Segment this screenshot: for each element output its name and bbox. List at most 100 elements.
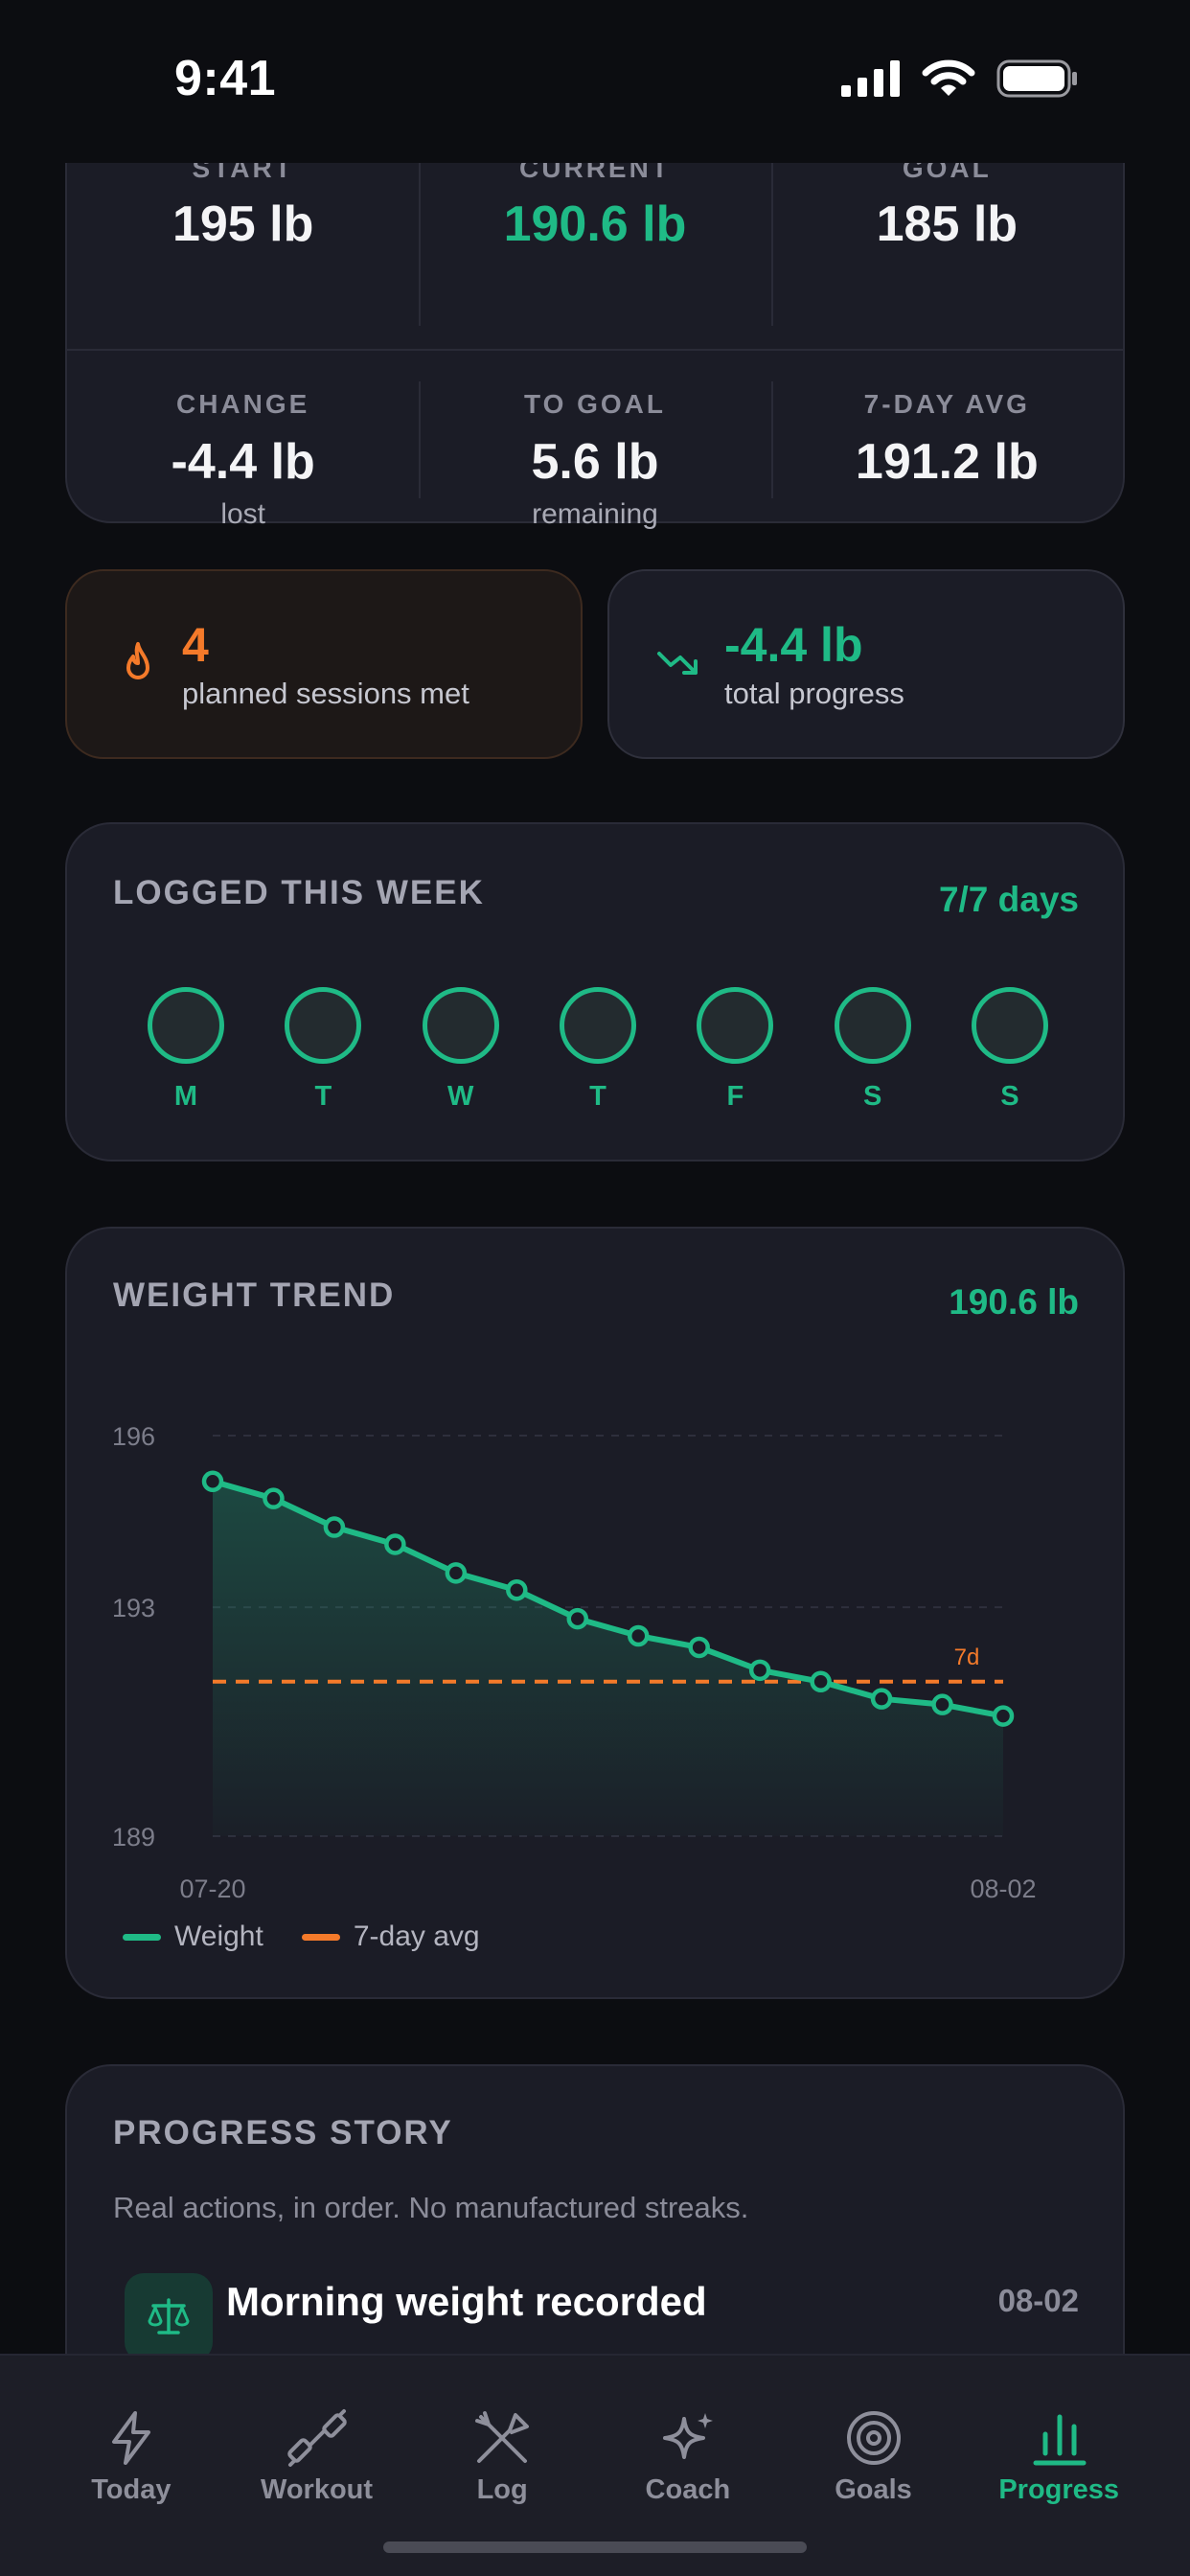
legend-weight: Weight <box>123 1920 263 1953</box>
story-subtitle: Real actions, in order. No manufactured … <box>113 2191 749 2224</box>
stats-row-secondary: CHANGE -4.4 lb lost TO GOAL 5.6 lb remai… <box>67 353 1123 530</box>
tab-label: Log <box>476 2474 528 2505</box>
day-tuesday[interactable]: T <box>285 987 362 1113</box>
total-progress-label: total progress <box>724 677 904 710</box>
target-icon <box>846 2411 901 2465</box>
stat-sub: lost <box>220 498 265 530</box>
day-label: T <box>314 1081 332 1112</box>
y-tick-label: 189 <box>112 1823 155 1852</box>
weight-trend-card: WEIGHT TREND 190.6 lb 196 193 189 7d 07-20 08… <box>65 1227 1125 1999</box>
total-progress-tile[interactable]: -4.4 lb total progress <box>607 569 1125 759</box>
weight-point <box>931 1693 953 1715</box>
weight-point <box>627 1624 650 1647</box>
y-tick-label: 193 <box>112 1594 155 1622</box>
tab-workout[interactable]: Workout <box>224 2356 410 2576</box>
day-circle <box>834 987 911 1064</box>
weight-point <box>263 1487 285 1509</box>
cellular-signal-icon <box>841 60 900 97</box>
stat-label: 7-DAY AVG <box>863 389 1030 419</box>
sessions-met-tile[interactable]: 4 planned sessions met <box>65 569 583 759</box>
total-progress-value: -4.4 lb <box>724 618 863 672</box>
bolt-icon <box>111 2411 150 2465</box>
trending-down-icon <box>657 652 698 675</box>
weight-trend-chart[interactable]: 196 193 189 7d 07-20 08-02 <box>67 1229 1127 1909</box>
week-days: M T W T F S S <box>148 987 1048 1113</box>
progress-scroll-content[interactable]: START 195 lb CURRENT 190.6 lb GOAL 185 l… <box>0 163 1190 2354</box>
weight-point <box>748 1659 771 1682</box>
battery-icon <box>996 59 1077 98</box>
day-monday[interactable]: M <box>148 987 224 1113</box>
story-item-date: 08-02 <box>997 2283 1079 2318</box>
logged-this-week-card: LOGGED THIS WEEK 7/7 days M T W T F S S <box>65 822 1125 1162</box>
day-sunday[interactable]: S <box>971 987 1048 1113</box>
tab-label: Goals <box>835 2474 912 2505</box>
day-label: T <box>589 1081 606 1112</box>
status-time: 9:41 <box>174 51 277 106</box>
stat-value: 190.6 lb <box>503 196 687 252</box>
day-circle <box>697 987 774 1064</box>
x-tick-label: 08-02 <box>970 1874 1036 1903</box>
weight-point <box>688 1636 710 1659</box>
tab-label: Progress <box>998 2474 1120 2505</box>
tab-goals[interactable]: Goals <box>781 2356 967 2576</box>
day-circle <box>148 987 224 1064</box>
scale-icon <box>148 2298 190 2334</box>
stats-card: START 195 lb CURRENT 190.6 lb GOAL 185 l… <box>65 163 1125 530</box>
avg-line-label: 7d <box>954 1644 980 1670</box>
tab-label: Coach <box>645 2474 731 2505</box>
weight-point <box>992 1705 1015 1727</box>
day-circle <box>971 987 1048 1064</box>
day-thursday[interactable]: T <box>559 987 636 1113</box>
weight-point <box>506 1578 528 1601</box>
day-label: M <box>173 1081 198 1112</box>
stat-value: 195 lb <box>172 196 314 252</box>
sessions-met-value: 4 <box>182 618 209 672</box>
stat-7-day-avg: 7-DAY AVG 191.2 lb <box>770 353 1123 523</box>
stat-value: 185 lb <box>876 196 1018 252</box>
stat-goal: GOAL 185 lb <box>770 163 1123 349</box>
fork-knife-icon <box>475 2411 530 2463</box>
stat-start: START 195 lb <box>67 163 419 349</box>
bar-chart-icon <box>1033 2414 1087 2466</box>
day-friday[interactable]: F <box>697 987 774 1113</box>
sessions-met-label: planned sessions met <box>182 677 469 710</box>
legend-label: Weight <box>174 1920 263 1952</box>
story-item-icon-box <box>125 2273 213 2354</box>
day-label: W <box>446 1081 474 1112</box>
story-title: PROGRESS STORY <box>113 2114 453 2151</box>
day-circle <box>422 987 499 1064</box>
weight-point <box>201 1470 224 1493</box>
day-circle <box>285 987 362 1064</box>
day-circle <box>559 987 636 1064</box>
dumbbell-icon <box>286 2409 347 2467</box>
day-label: S <box>1000 1081 1019 1112</box>
stat-value: -4.4 lb <box>171 434 315 490</box>
story-item-title[interactable]: Morning weight recorded <box>226 2279 707 2325</box>
wifi-icon <box>922 59 975 96</box>
weight-point <box>445 1562 468 1584</box>
day-label: F <box>726 1081 744 1112</box>
progress-story-card: PROGRESS STORY Real actions, in order. N… <box>65 2064 1125 2354</box>
weight-point <box>323 1516 346 1538</box>
stat-change: CHANGE -4.4 lb lost <box>67 353 419 530</box>
stat-label: START <box>192 163 294 183</box>
day-wednesday[interactable]: W <box>422 987 499 1113</box>
day-saturday[interactable]: S <box>834 987 911 1113</box>
stat-current: CURRENT 190.6 lb <box>419 163 770 349</box>
y-tick-label: 196 <box>112 1422 155 1451</box>
sparkle-icon <box>662 2413 713 2459</box>
x-tick-label: 07-20 <box>179 1874 245 1903</box>
tab-progress[interactable]: Progress <box>966 2356 1152 2576</box>
weight-point <box>384 1533 406 1555</box>
stat-sub: remaining <box>532 498 658 530</box>
tab-today[interactable]: Today <box>38 2356 224 2576</box>
status-icons <box>841 59 1079 98</box>
stat-value: 5.6 lb <box>531 434 659 490</box>
week-summary: 7/7 days <box>938 880 1079 919</box>
weight-point <box>870 1688 893 1710</box>
stat-label: CURRENT <box>519 163 671 183</box>
legend-label: 7-day avg <box>353 1920 480 1952</box>
home-indicator <box>383 2542 807 2553</box>
tab-label: Today <box>91 2474 172 2505</box>
tab-label: Workout <box>260 2474 374 2505</box>
